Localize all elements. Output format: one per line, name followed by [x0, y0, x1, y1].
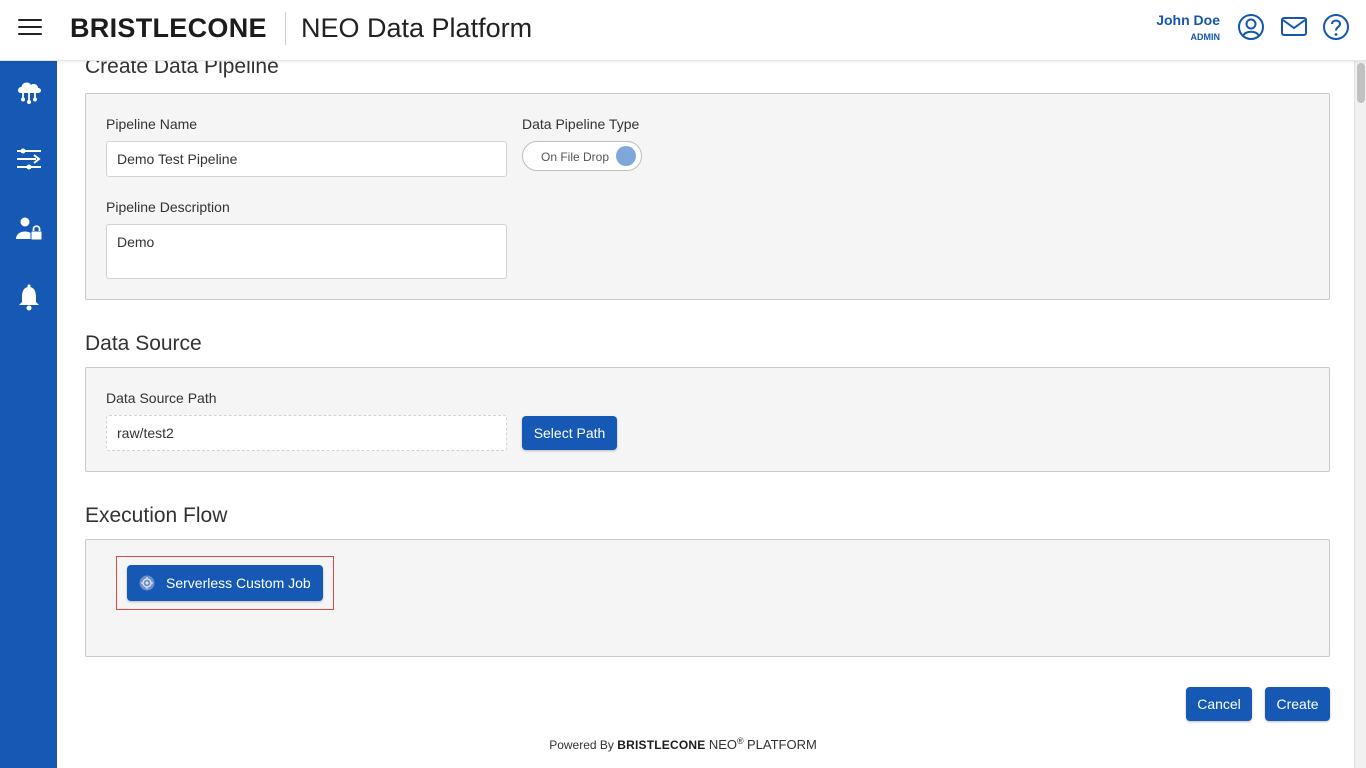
menu-icon[interactable]: [18, 19, 42, 39]
pipeline-name-label: Pipeline Name: [106, 116, 198, 132]
user-name: John Doe: [1156, 12, 1220, 28]
cancel-button[interactable]: Cancel: [1186, 687, 1252, 721]
header-divider: [285, 12, 286, 45]
pipeline-name-input[interactable]: [106, 141, 507, 177]
toggle-knob: [616, 146, 636, 166]
execution-flow-title: Execution Flow: [85, 504, 228, 527]
create-button[interactable]: Create: [1265, 687, 1330, 721]
footer: Powered By BRISTLECONE NEO® PLATFORM: [0, 736, 1366, 752]
app-title: NEO Data Platform: [301, 13, 533, 43]
data-source-path-label: Data Source Path: [106, 390, 217, 406]
footer-neo: NEO: [708, 737, 737, 752]
job-button-label: Serverless Custom Job: [166, 575, 311, 591]
user-role: ADMIN: [1190, 32, 1221, 42]
select-path-button[interactable]: Select Path: [522, 416, 617, 450]
toggle-label: On File Drop: [541, 150, 610, 164]
footer-powered-by: Powered By: [549, 738, 614, 752]
main-content: Create Data Pipeline Pipeline Name Data …: [57, 55, 1354, 768]
top-header: BRISTLECONE NEO Data Platform John Doe A…: [0, 0, 1366, 61]
sidebar: [0, 61, 57, 768]
pipeline-description-label: Pipeline Description: [106, 199, 230, 215]
footer-registered: ®: [736, 736, 744, 746]
pipeline-details-panel: Pipeline Name Data Pipeline Type On File…: [85, 93, 1330, 300]
cloud-network-icon[interactable]: [14, 76, 44, 106]
help-icon[interactable]: [1322, 13, 1350, 41]
serverless-custom-job-button[interactable]: Serverless Custom Job: [127, 565, 323, 601]
user-lock-icon[interactable]: [14, 214, 44, 244]
pipeline-description-input[interactable]: Demo: [106, 224, 507, 279]
data-source-panel: Data Source Path Select Path: [85, 367, 1330, 472]
mail-icon[interactable]: [1280, 13, 1308, 41]
data-source-title: Data Source: [85, 332, 202, 355]
execution-flow-panel: Serverless Custom Job: [85, 539, 1330, 657]
pipeline-flow-icon[interactable]: [14, 144, 44, 174]
job-selection-frame: Serverless Custom Job: [116, 556, 334, 610]
user-info[interactable]: John Doe ADMIN: [1156, 12, 1220, 42]
data-source-path-input[interactable]: [106, 415, 507, 451]
footer-brand: BRISTLECONE: [617, 738, 706, 752]
pipeline-type-label: Data Pipeline Type: [522, 116, 640, 132]
scroll-thumb[interactable]: [1357, 63, 1365, 103]
user-circle-icon[interactable]: [1237, 13, 1265, 41]
vertical-scrollbar[interactable]: [1354, 61, 1366, 768]
job-gear-icon: [139, 575, 155, 591]
footer-platform: PLATFORM: [746, 737, 817, 752]
pipeline-type-toggle[interactable]: On File Drop: [522, 141, 642, 171]
brand-logo: BRISTLECONE: [70, 13, 267, 43]
bell-icon[interactable]: [14, 283, 44, 313]
